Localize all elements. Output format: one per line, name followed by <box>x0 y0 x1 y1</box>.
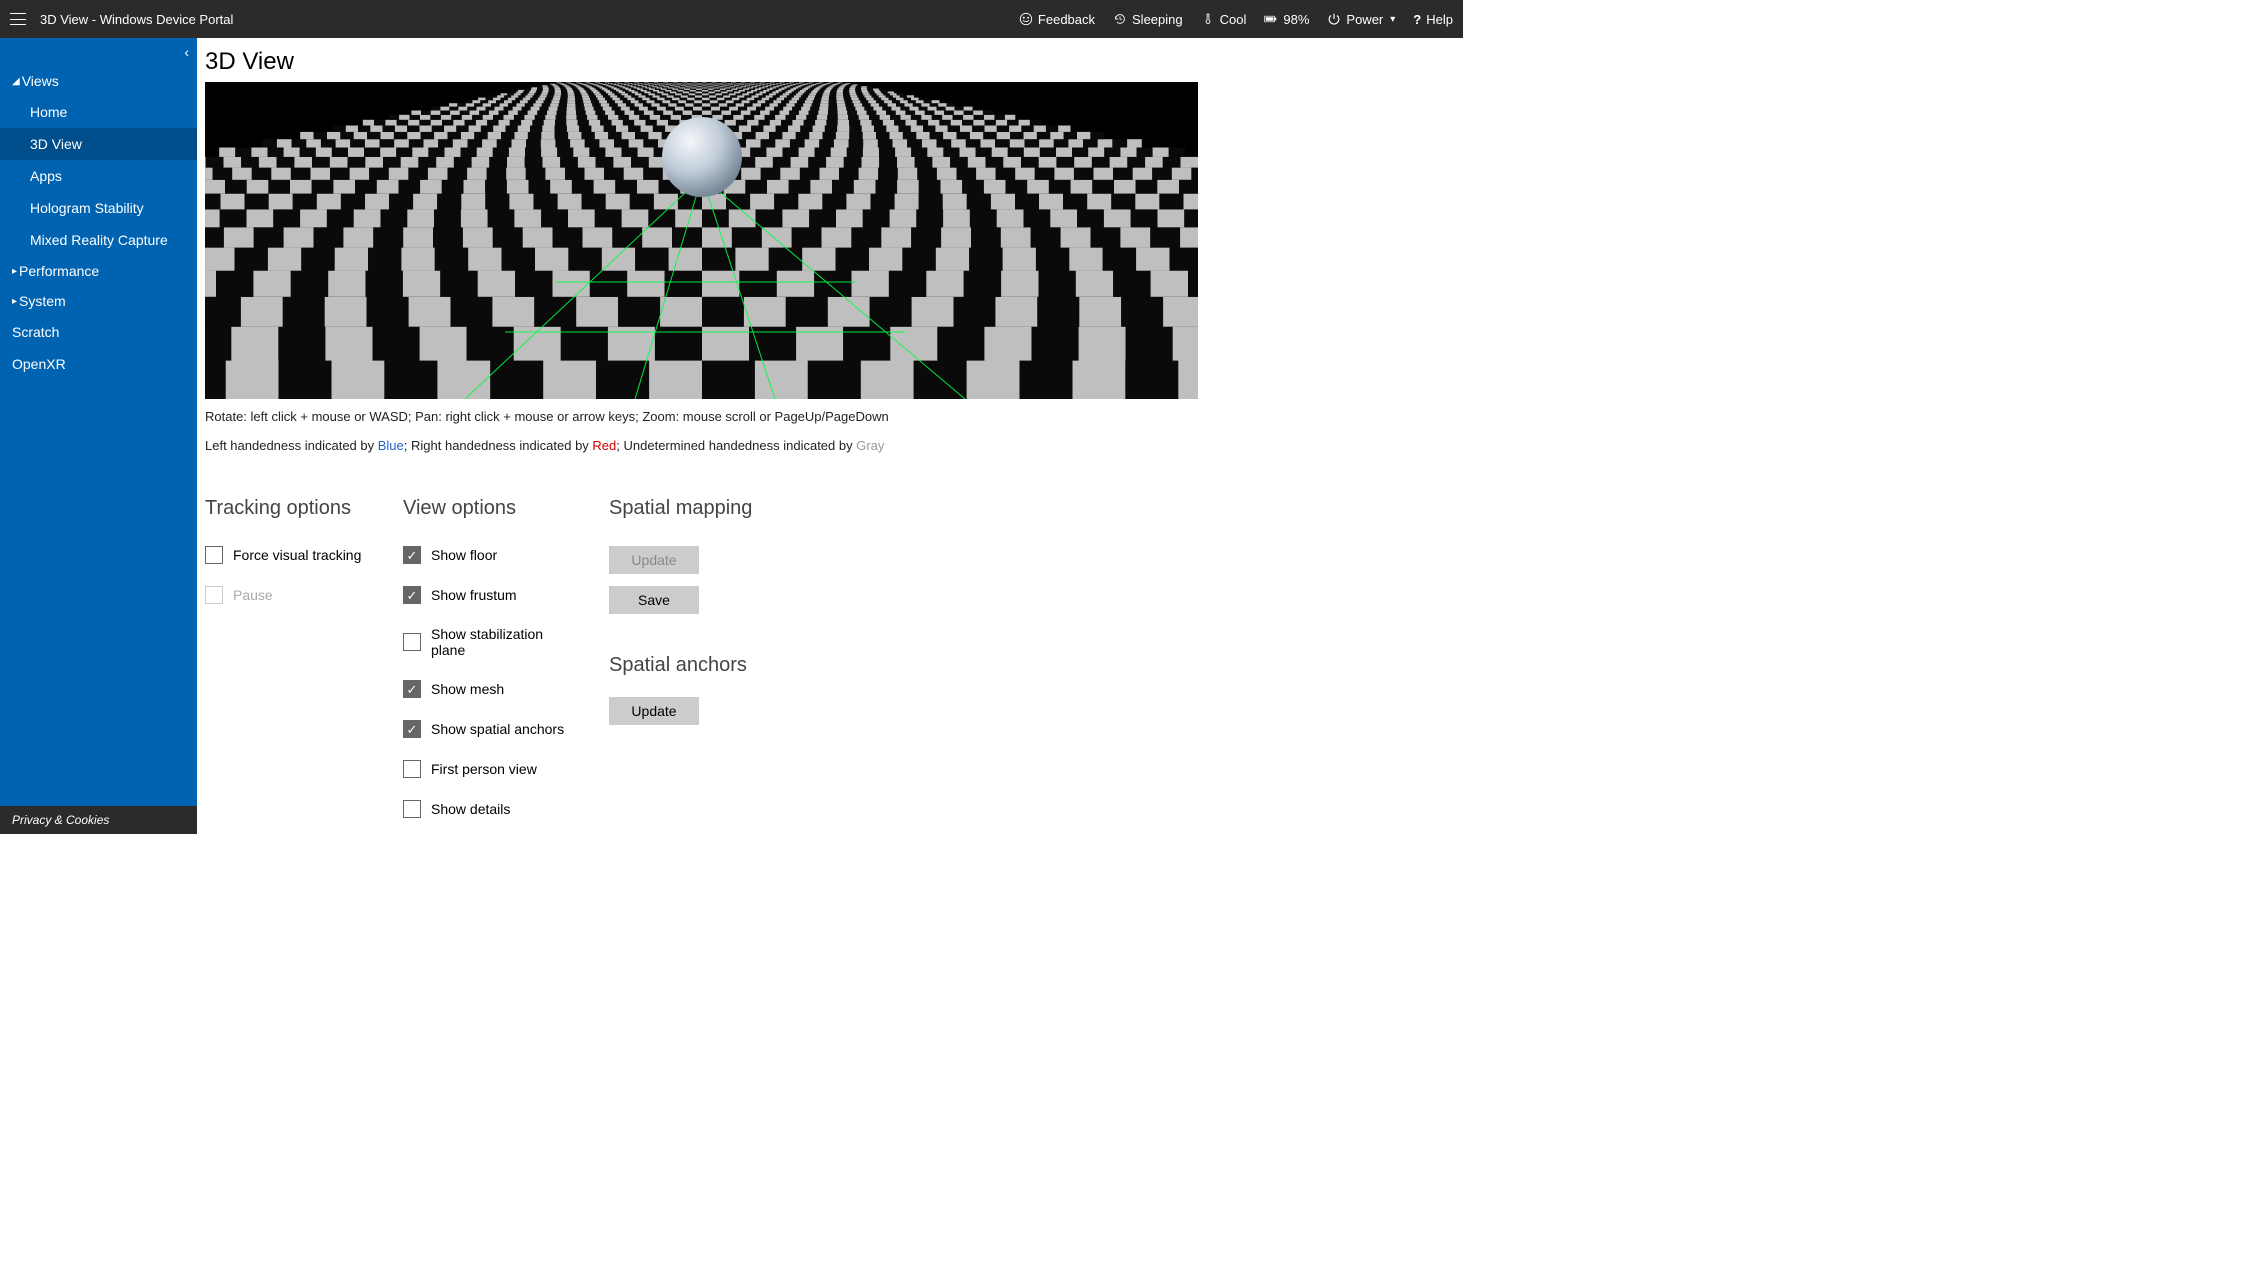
sidebar-item-hologram-stability[interactable]: Hologram Stability <box>0 192 197 224</box>
force-tracking-label: Force visual tracking <box>233 547 361 563</box>
controls-help-text: Rotate: left click + mouse or WASD; Pan:… <box>205 409 1463 424</box>
feedback-button[interactable]: Feedback <box>1019 12 1095 27</box>
sidebar-group-performance[interactable]: ▸Performance <box>0 256 197 286</box>
3d-viewport[interactable] <box>205 82 1198 399</box>
show-mesh-checkbox[interactable] <box>403 680 421 698</box>
show-anchors-checkbox[interactable] <box>403 720 421 738</box>
spatial-section: Spatial mapping Update Save Spatial anch… <box>609 497 789 834</box>
hamburger-icon[interactable] <box>10 13 26 25</box>
view-options-heading: View options <box>403 497 579 520</box>
show-details-checkbox[interactable] <box>403 800 421 818</box>
pause-checkbox <box>205 586 223 604</box>
sidebar-item-scratch[interactable]: Scratch <box>0 316 197 348</box>
spatial-mapping-heading: Spatial mapping <box>609 497 789 520</box>
view-options-section: View options Show floor Show frustum Sho… <box>403 497 579 834</box>
triangle-down-icon: ◢ <box>12 76 20 87</box>
help-button[interactable]: ? Help <box>1413 12 1453 27</box>
spatial-anchors-heading: Spatial anchors <box>609 654 789 677</box>
main-content[interactable]: 3D View <box>197 38 1463 834</box>
smile-icon <box>1019 12 1033 26</box>
spatial-mapping-save-button[interactable]: Save <box>609 586 699 614</box>
power-button[interactable]: Power ▾ <box>1327 12 1395 27</box>
battery-icon <box>1264 12 1278 26</box>
sidebar-item-home[interactable]: Home <box>0 96 197 128</box>
show-frustum-checkbox[interactable] <box>403 586 421 604</box>
triangle-right-icon: ▸ <box>12 266 17 277</box>
power-icon <box>1327 12 1341 26</box>
triangle-right-icon: ▸ <box>12 296 17 307</box>
show-stabilization-checkbox[interactable] <box>403 633 421 651</box>
sidebar: ‹ ◢Views Home 3D View Apps Hologram Stab… <box>0 38 197 834</box>
first-person-checkbox[interactable] <box>403 760 421 778</box>
temp-status[interactable]: Cool <box>1201 12 1247 27</box>
show-floor-checkbox[interactable] <box>403 546 421 564</box>
force-tracking-checkbox[interactable] <box>205 546 223 564</box>
topbar-actions: Feedback Sleeping Cool 98% Power ▾ ? Hel… <box>1019 12 1453 27</box>
topbar: 3D View - Windows Device Portal Feedback… <box>0 0 1463 38</box>
spatial-mapping-update-button: Update <box>609 546 699 574</box>
battery-status[interactable]: 98% <box>1264 12 1309 27</box>
sidebar-collapse-icon[interactable]: ‹ <box>184 44 189 60</box>
sidebar-item-3d-view[interactable]: 3D View <box>0 128 197 160</box>
history-icon <box>1113 12 1127 26</box>
sidebar-group-views[interactable]: ◢Views <box>0 66 197 96</box>
page-title: 3D View <box>205 48 1463 76</box>
question-icon: ? <box>1413 12 1421 27</box>
pause-label: Pause <box>233 587 273 603</box>
sleeping-status[interactable]: Sleeping <box>1113 12 1183 27</box>
sidebar-item-mrc[interactable]: Mixed Reality Capture <box>0 224 197 256</box>
tracking-options-heading: Tracking options <box>205 497 373 520</box>
chevron-down-icon: ▾ <box>1390 14 1395 25</box>
window-title: 3D View - Windows Device Portal <box>40 12 233 27</box>
thermometer-icon <box>1201 12 1215 26</box>
handedness-help-text: Left handedness indicated by Blue; Right… <box>205 438 1463 453</box>
sidebar-item-openxr[interactable]: OpenXR <box>0 348 197 380</box>
sidebar-item-apps[interactable]: Apps <box>0 160 197 192</box>
spatial-anchors-update-button[interactable]: Update <box>609 697 699 725</box>
privacy-link[interactable]: Privacy & Cookies <box>0 806 197 834</box>
sidebar-group-system[interactable]: ▸System <box>0 286 197 316</box>
tracking-options-section: Tracking options Force visual tracking P… <box>205 497 373 834</box>
